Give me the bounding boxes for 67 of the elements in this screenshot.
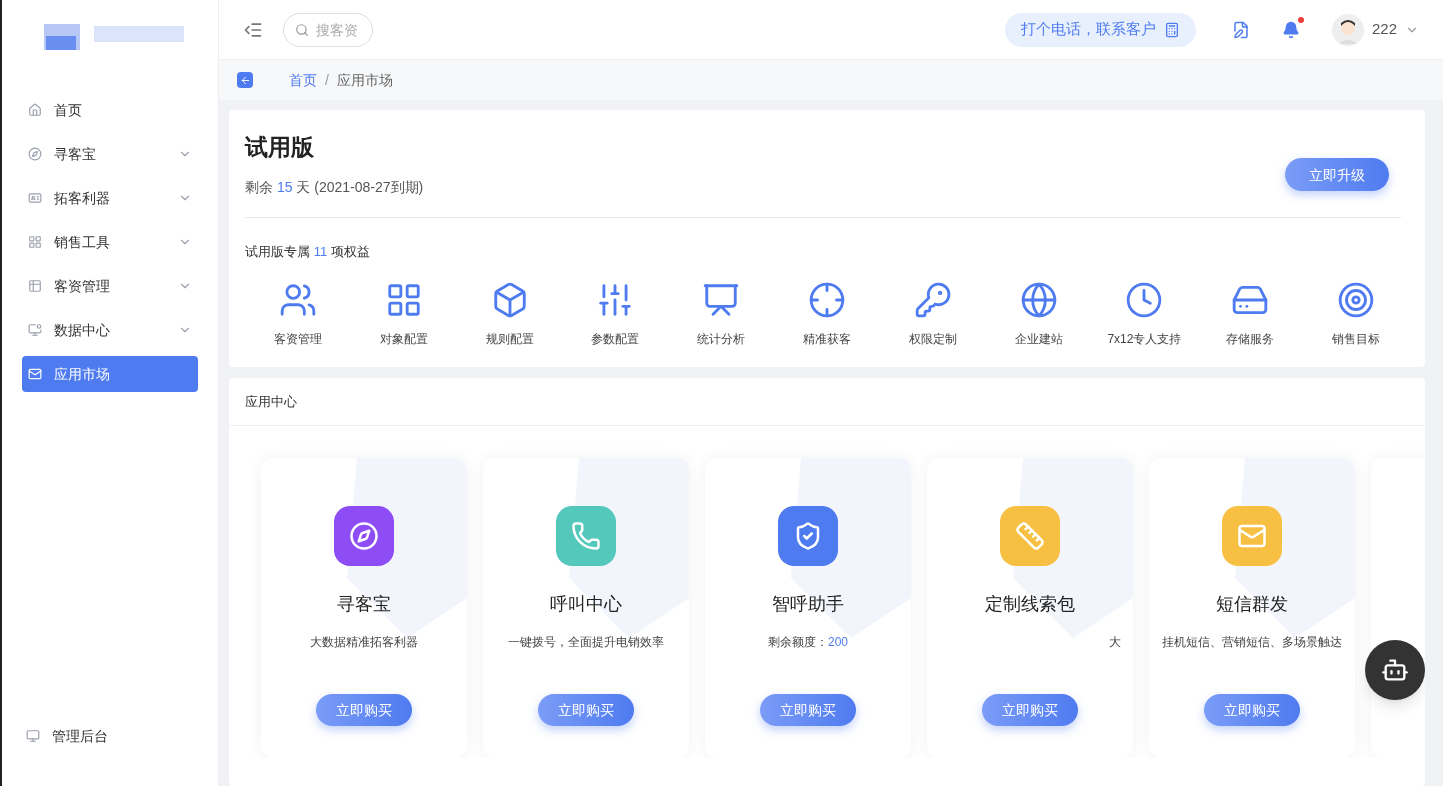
- app-description: 大: [1109, 634, 1121, 651]
- benefit-label: 销售目标: [1332, 331, 1381, 347]
- benefit-label: 精准获客: [803, 331, 851, 347]
- remaining-days: 剩余 15 天 (2021-08-27到期): [245, 176, 424, 197]
- crosshair-icon: [808, 281, 846, 319]
- buy-button[interactable]: 立即购买: [982, 694, 1078, 726]
- app-name: 寻客宝: [337, 593, 391, 616]
- sidebar-item[interactable]: 销售工具: [22, 224, 198, 260]
- table-icon: [28, 279, 42, 293]
- buy-button[interactable]: 立即购买: [760, 694, 856, 726]
- target-icon: [1337, 281, 1376, 319]
- user-name[interactable]: 222: [1371, 18, 1397, 41]
- bell-icon[interactable]: [1281, 20, 1300, 39]
- buy-button[interactable]: 立即购买: [538, 694, 634, 726]
- id-card-icon: [28, 191, 42, 205]
- call-button[interactable]: 打个电话，联系客户: [1004, 12, 1196, 47]
- buy-button[interactable]: 立即购买: [316, 694, 412, 726]
- app-name: 短信群发: [1216, 593, 1288, 616]
- app-description: 一键拨号，全面提升电销效率: [508, 634, 664, 651]
- search-icon: [295, 22, 309, 37]
- benefit-label: 规则配置: [485, 331, 534, 347]
- breadcrumb-separator: /: [325, 71, 329, 90]
- upgrade-button[interactable]: 立即升级: [1285, 158, 1389, 191]
- app-description: 剩余额度：200: [768, 634, 848, 651]
- sidebar-item[interactable]: 首页: [22, 92, 198, 128]
- people-icon: [278, 281, 317, 319]
- key-icon: [913, 281, 952, 319]
- benefit-label: 7x12专人支持: [1107, 331, 1182, 347]
- benefit-label: 统计分析: [697, 331, 746, 347]
- avatar[interactable]: [1331, 13, 1364, 46]
- monitor-icon: [26, 729, 40, 743]
- benefit-label: 客资管理: [273, 331, 322, 347]
- plan-title: 试用版: [245, 133, 315, 162]
- sidebar-item[interactable]: 寻客宝: [22, 136, 198, 172]
- benefit-label: 对象配置: [379, 331, 428, 347]
- section-title: 应用中心: [245, 392, 297, 411]
- sidebar-item[interactable]: 应用市场: [22, 356, 198, 392]
- back-button[interactable]: [237, 72, 253, 88]
- breadcrumb-item[interactable]: 首页: [289, 70, 317, 90]
- sidebar-item[interactable]: 数据中心: [22, 312, 198, 348]
- app-name: 呼叫中心: [550, 593, 622, 616]
- calculator-icon: [1163, 21, 1180, 38]
- mail-icon: [28, 367, 42, 381]
- app-description: 挂机短信、营销短信、多场景触达: [1162, 634, 1342, 651]
- benefit-label: 参数配置: [591, 331, 640, 347]
- app-description: 大数据精准拓客利器: [310, 634, 418, 651]
- search-field[interactable]: 搜客资: [283, 12, 373, 47]
- notes-icon[interactable]: [1231, 20, 1250, 39]
- admin-link[interactable]: 管理后台: [52, 726, 108, 746]
- buy-button[interactable]: 立即购买: [1204, 694, 1300, 726]
- arrow-left-icon: [239, 74, 251, 86]
- sidebar-item[interactable]: 客资管理: [22, 268, 198, 304]
- compass-icon: [28, 147, 42, 161]
- benefit-label: 权限定制: [908, 331, 957, 347]
- chart-icon: [702, 281, 741, 319]
- sidebar-item[interactable]: 拓客利器: [22, 180, 198, 216]
- breadcrumb-item: 应用市场: [336, 71, 393, 90]
- grid-icon: [28, 235, 42, 249]
- app-name: 智呼助手: [772, 593, 844, 616]
- clock-icon: [1125, 281, 1164, 319]
- benefits-heading: 试用版专属 11 项权益: [245, 242, 371, 261]
- monitor-icon: [28, 323, 42, 337]
- benefit-label: 存储服务: [1226, 331, 1275, 347]
- globe-icon: [1019, 281, 1058, 319]
- app-name: 定制线索包: [985, 593, 1075, 616]
- benefit-label: 企业建站: [1014, 331, 1063, 347]
- home-icon: [28, 103, 42, 117]
